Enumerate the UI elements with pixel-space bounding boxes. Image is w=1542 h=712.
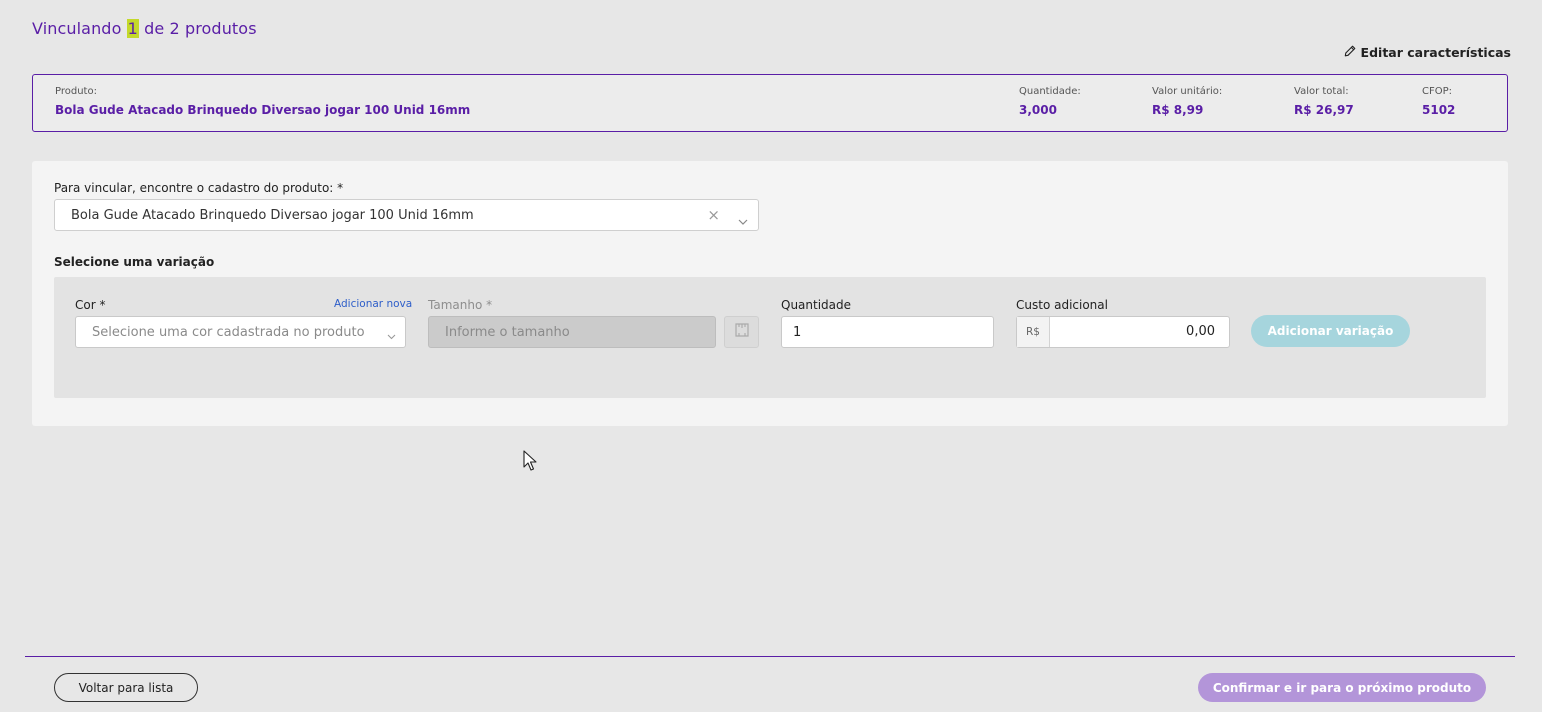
confirm-next-product-button[interactable]: Confirmar e ir para o próximo produto xyxy=(1198,673,1486,702)
product-name: Bola Gude Atacado Brinquedo Diversao jog… xyxy=(55,103,471,117)
link-card: Para vincular, encontre o cadastro do pr… xyxy=(32,161,1508,426)
edit-characteristics-link[interactable]: Editar características xyxy=(1344,45,1511,60)
back-to-list-button[interactable]: Voltar para lista xyxy=(54,673,198,702)
mouse-pointer-icon xyxy=(523,450,537,476)
quantity-input[interactable]: 1 xyxy=(781,316,994,348)
quantity-field-label: Quantidade xyxy=(781,298,852,312)
variation-section-label: Selecione uma variação xyxy=(54,255,215,269)
unit-price-label: Valor unitário: xyxy=(1152,86,1223,97)
color-select[interactable]: Selecione uma cor cadastrada no produto xyxy=(75,316,406,348)
additional-cost-value: 0,00 xyxy=(1186,324,1215,339)
footer-divider xyxy=(25,656,1515,657)
title-prefix: Vinculando xyxy=(32,19,122,38)
size-placeholder: Informe o tamanho xyxy=(445,325,570,340)
additional-cost-input[interactable]: R$ 0,00 xyxy=(1016,316,1230,348)
total-price-label: Valor total: xyxy=(1294,86,1349,97)
unit-price-value: R$ 8,99 xyxy=(1152,103,1204,117)
unit-price-col: Valor unitário: R$ 8,99 xyxy=(1152,86,1222,117)
color-placeholder: Selecione uma cor cadastrada no produto xyxy=(92,325,365,340)
add-variation-button[interactable]: Adicionar variação xyxy=(1251,315,1410,347)
clear-icon[interactable]: × xyxy=(707,206,720,224)
size-label: Tamanho * xyxy=(428,298,493,312)
chevron-down-icon[interactable] xyxy=(738,211,748,230)
product-name-col: Produto: Bola Gude Atacado Brinquedo Div… xyxy=(55,86,470,117)
total-price-value: R$ 26,97 xyxy=(1294,103,1354,117)
currency-prefix: R$ xyxy=(1017,317,1050,347)
page-title: Vinculando 1 de 2 produtos xyxy=(32,19,257,38)
variation-form: Cor * Adicionar nova Selecione uma cor c… xyxy=(54,277,1486,398)
add-new-color-link[interactable]: Adicionar nova xyxy=(334,298,412,310)
product-label: Produto: xyxy=(55,86,97,97)
product-summary: Produto: Bola Gude Atacado Brinquedo Div… xyxy=(32,74,1508,132)
total-price-col: Valor total: R$ 26,97 xyxy=(1294,86,1354,117)
quantity-value: 3,000 xyxy=(1019,103,1057,117)
quantity-input-value: 1 xyxy=(793,325,802,340)
additional-cost-label: Custo adicional xyxy=(1016,298,1108,312)
cfop-col: CFOP: 5102 xyxy=(1422,86,1455,117)
size-chart-icon xyxy=(733,322,751,342)
product-search-label: Para vincular, encontre o cadastro do pr… xyxy=(54,181,344,195)
size-guide-button[interactable] xyxy=(724,316,759,348)
color-label: Cor * xyxy=(75,298,106,312)
product-search-value: Bola Gude Atacado Brinquedo Diversao jog… xyxy=(71,208,474,223)
edit-characteristics-label: Editar características xyxy=(1360,45,1511,60)
cfop-label: CFOP: xyxy=(1422,86,1453,97)
product-search-select[interactable]: Bola Gude Atacado Brinquedo Diversao jog… xyxy=(54,199,759,231)
chevron-down-icon xyxy=(387,329,396,344)
current-index-highlight: 1 xyxy=(126,19,139,38)
quantity-col: Quantidade: 3,000 xyxy=(1019,86,1081,117)
quantity-label: Quantidade: xyxy=(1019,86,1081,97)
title-suffix: de 2 produtos xyxy=(144,19,257,38)
cfop-value: 5102 xyxy=(1422,103,1456,117)
size-input: Informe o tamanho xyxy=(428,316,716,348)
pencil-icon xyxy=(1344,45,1356,60)
